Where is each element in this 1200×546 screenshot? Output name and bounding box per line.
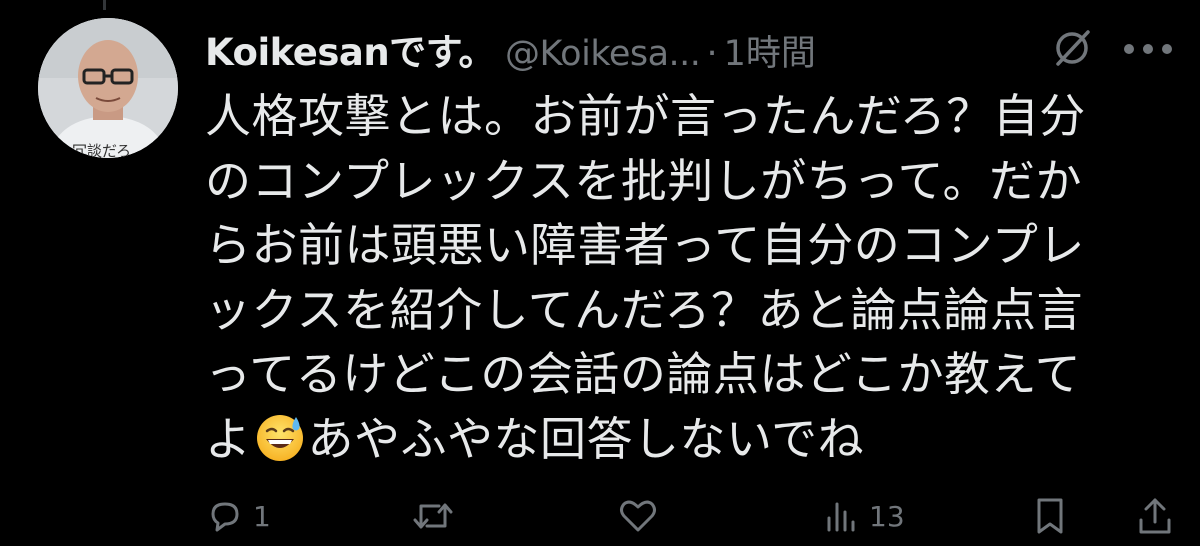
avatar[interactable]: 冗談だろ [38, 18, 178, 158]
bookmark-icon [1037, 498, 1063, 534]
tweet-actions-bar: 1 13 [205, 496, 1180, 546]
tweet-text: 人格攻撃とは。お前が言ったんだろ？自分 のコンプレックスを批判しがちって。だか … [205, 84, 1165, 471]
more-options-icon[interactable] [1122, 42, 1174, 56]
grinning-face-with-sweat-emoji-icon [256, 414, 303, 461]
reply-count: 1 [253, 499, 271, 533]
avatar-caption: 冗談だろ [72, 142, 131, 158]
tweet-header: Koikesanです。 @Koikesa... · 1時間 [205, 22, 1180, 74]
tweet-text-prefix: よ [205, 411, 252, 466]
views-count: 13 [869, 499, 905, 533]
tweet-text-last-line: よ あやふやな回答しないでね [205, 407, 1165, 472]
separator-dot: · [706, 34, 718, 74]
tweet-text-line: のコンプレックスを批判しがちって。だか [205, 153, 1083, 208]
reply-icon [211, 502, 239, 532]
tweet-text-line: ックスを紹介してんだろ？あと論点論点言 [205, 282, 1083, 337]
tweet-text-line: 人格攻撃とは。お前が言ったんだろ？自分 [205, 89, 1086, 143]
thread-connector-line [103, 0, 106, 10]
tweet-timestamp[interactable]: 1時間 [724, 25, 816, 76]
share-icon [1139, 498, 1171, 534]
tweet-text-line: ってるけどこの会話の論点はどこか教えて [205, 347, 1082, 401]
views-icon [827, 502, 855, 532]
bookmark-button[interactable] [1033, 496, 1067, 536]
author-display-name[interactable]: Koikesanです。 [205, 22, 495, 76]
retweet-icon [413, 503, 453, 529]
reply-button[interactable]: 1 [205, 496, 271, 536]
grok-icon[interactable] [1050, 26, 1094, 70]
like-icon [620, 500, 656, 532]
like-button[interactable] [617, 496, 667, 536]
tweet-text-suffix: あやふやな回答しないでね [307, 411, 865, 466]
retweet-button[interactable] [411, 496, 463, 536]
author-handle[interactable]: @Koikesa... [505, 34, 701, 74]
share-button[interactable] [1135, 496, 1175, 536]
views-button[interactable]: 13 [821, 496, 905, 536]
tweet-text-line: らお前は頭悪い障害者って自分のコンプレ [205, 218, 1085, 272]
avatar-image: 冗談だろ [38, 18, 178, 158]
